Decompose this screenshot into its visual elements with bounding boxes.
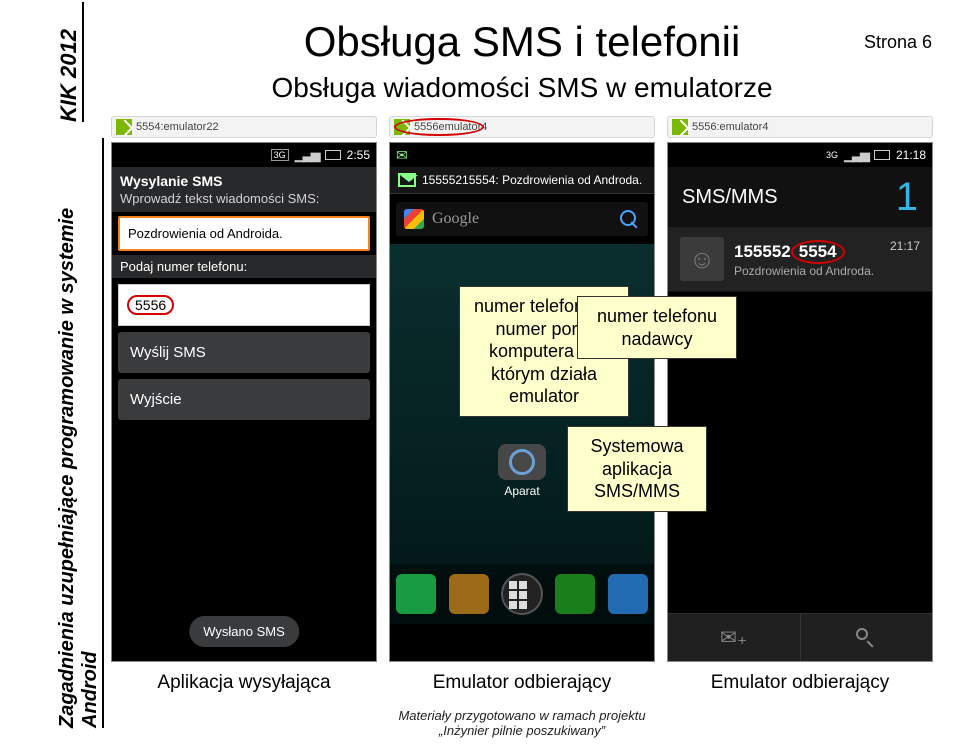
- google-search-bar[interactable]: Google: [396, 202, 648, 236]
- page-subtitle: Obsługa wiadomości SMS w emulatorze: [94, 72, 950, 104]
- phone-number-label: Podaj numer telefonu:: [112, 255, 376, 278]
- signal-icon: ▁▃▅: [295, 147, 319, 163]
- camera-icon: [498, 444, 546, 480]
- dock-browser-icon[interactable]: [608, 574, 648, 614]
- sms-bottom-bar: ✉₊: [668, 613, 932, 661]
- sms-unread-count: 1: [896, 175, 918, 220]
- emulator-tab-1[interactable]: 5554:emulator22: [111, 116, 377, 138]
- caption-3: Emulator odbierający: [667, 672, 933, 694]
- status-time: 2:55: [347, 148, 370, 162]
- caption-1: Aplikacja wysyłająca: [111, 672, 377, 694]
- phone-frame-1: 3G ▁▃▅ 2:55 Wysylanie SMS Wprowadź tekst…: [111, 142, 377, 662]
- phone-col-1: 5554:emulator22 3G ▁▃▅ 2:55 Wysylanie SM…: [111, 116, 377, 662]
- app-prompt: Wprowadź tekst wiadomości SMS:: [120, 191, 368, 206]
- camera-label: Aparat: [498, 484, 546, 498]
- footer: Materiały przygotowano w ramach projektu…: [94, 708, 950, 738]
- app-header: Wysylanie SMS Wprowadź tekst wiadomości …: [112, 167, 376, 212]
- slide-content: Strona 6 Obsługa SMS i telefonii Obsługa…: [94, 0, 950, 744]
- sms-app-title: SMS/MMS: [682, 186, 778, 209]
- statusbar: 3G ▁▃▅ 2:55: [112, 143, 376, 167]
- statusbar: ✉: [390, 143, 654, 167]
- sidebar: KIK 2012 Zagadnienia uzupełniające progr…: [0, 0, 72, 744]
- emulator-tab-3[interactable]: 5556:emulator4: [667, 116, 933, 138]
- dock-app-drawer-icon[interactable]: [501, 573, 543, 615]
- emulator-port-highlight: [394, 118, 484, 136]
- sms-notif-icon: ✉: [396, 147, 408, 164]
- emulator-tab-label: 5556:emulator4: [692, 121, 768, 133]
- sidebar-kik: KIK 2012: [56, 2, 84, 122]
- page-number: Strona 6: [864, 32, 932, 53]
- sender-number-prefix: 155552: [734, 242, 791, 261]
- dock: [390, 564, 654, 624]
- sms-notification[interactable]: 15555215554: Pozdrowienia od Androda.: [390, 167, 654, 194]
- sms-sender: 1555525554: [734, 240, 890, 264]
- battery-icon: [874, 150, 890, 160]
- sender-number-highlight: 5554: [791, 240, 845, 264]
- camera-app[interactable]: Aparat: [498, 444, 546, 498]
- footer-line-1: Materiały przygotowano w ramach projektu: [94, 708, 950, 723]
- signal-icon: ▁▃▅: [844, 147, 868, 163]
- compose-sms-button[interactable]: ✉₊: [668, 614, 801, 661]
- sms-text-input[interactable]: Pozdrowienia od Androida.: [118, 216, 370, 251]
- dock-messages-icon[interactable]: [555, 574, 595, 614]
- sms-time: 21:17: [890, 239, 920, 253]
- emulator-tab-label: 5554:emulator22: [136, 121, 219, 133]
- phone-frame-3: 3G ▁▃▅ 21:18 SMS/MMS 1 ☺ 1555525554 Pozd: [667, 142, 933, 662]
- google-label: Google: [432, 210, 479, 228]
- emulator-tab-2[interactable]: 5556emulator4: [389, 116, 655, 138]
- android-icon: [672, 119, 688, 135]
- battery-icon: [325, 150, 341, 160]
- network-3g-icon: 3G: [826, 150, 838, 160]
- notification-text: 15555215554: Pozdrowienia od Androda.: [422, 173, 642, 187]
- android-icon: [116, 119, 132, 135]
- sms-app-header: SMS/MMS 1: [668, 167, 932, 227]
- google-icon: [404, 209, 424, 229]
- statusbar: 3G ▁▃▅ 21:18: [668, 143, 932, 167]
- phone-col-2: 5556emulator4 ✉ 15555215554: Pozdrowieni…: [389, 116, 655, 662]
- app-title: Wysylanie SMS: [120, 173, 368, 189]
- search-sms-button[interactable]: [801, 614, 933, 661]
- phone-col-3: 5556:emulator4 3G ▁▃▅ 21:18 SMS/MMS 1 ☺: [667, 116, 933, 662]
- callout-sender-number: numer telefonu nadawcy: [577, 296, 737, 359]
- exit-button[interactable]: Wyjście: [118, 379, 370, 420]
- page-title: Obsługa SMS i telefonii: [94, 18, 950, 66]
- callout-system-sms-app: Systemowa aplikacja SMS/MMS: [567, 426, 707, 512]
- phone-number-input[interactable]: 5556: [118, 284, 370, 326]
- sms-conversation-row[interactable]: ☺ 1555525554 Pozdrowienia od Androda. 21…: [668, 227, 932, 292]
- caption-2: Emulator odbierający: [389, 672, 655, 694]
- status-time: 21:18: [896, 148, 926, 162]
- sms-sent-toast: Wysłano SMS: [189, 616, 299, 647]
- sms-info: 1555525554 Pozdrowienia od Androda.: [734, 240, 890, 278]
- sms-preview: Pozdrowienia od Androda.: [734, 264, 890, 278]
- phone-number-highlight: 5556: [127, 295, 174, 315]
- network-3g-icon: 3G: [271, 149, 289, 161]
- dock-contacts-icon[interactable]: [449, 574, 489, 614]
- captions-row: Aplikacja wysyłająca Emulator odbierając…: [94, 672, 950, 694]
- envelope-icon: [398, 173, 416, 187]
- footer-line-2: „Inżynier pilnie poszukiwany”: [94, 723, 950, 738]
- send-sms-button[interactable]: Wyślij SMS: [118, 332, 370, 373]
- search-icon: [618, 208, 640, 230]
- dock-phone-icon[interactable]: [396, 574, 436, 614]
- contact-avatar-icon: ☺: [680, 237, 724, 281]
